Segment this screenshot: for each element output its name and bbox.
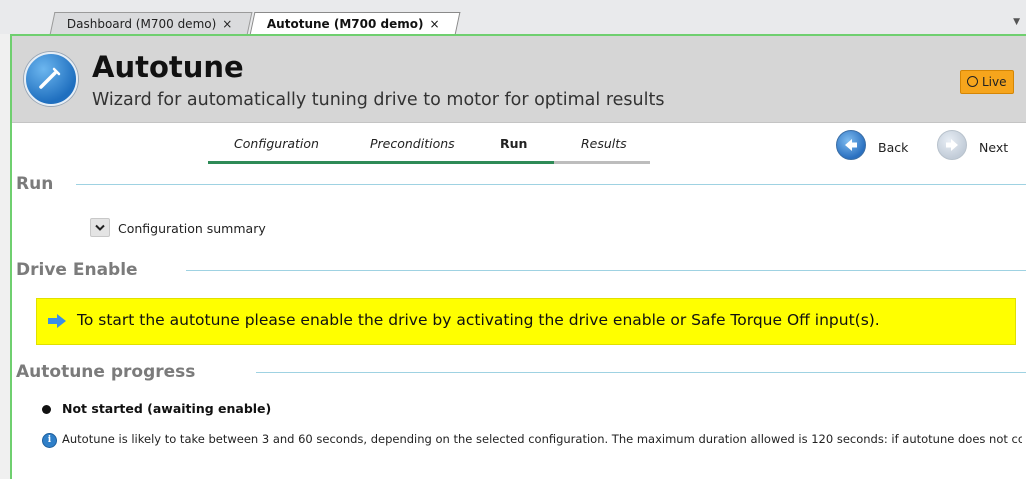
wizard-icon — [24, 52, 78, 106]
configuration-summary-toggle[interactable] — [90, 218, 110, 237]
tab-dashboard[interactable]: Dashboard (M700 demo) × — [49, 12, 253, 35]
configuration-summary-label[interactable]: Configuration summary — [118, 221, 266, 236]
section-drive-enable-title: Drive Enable — [16, 260, 138, 280]
next-arrow-icon — [946, 139, 958, 151]
tab-autotune-label: Autotune (M700 demo) — [266, 17, 424, 31]
autotune-info-text: Autotune is likely to take between 3 and… — [62, 432, 1022, 446]
wizard-header: Autotune Wizard for automatically tuning… — [12, 36, 1026, 123]
page-subtitle: Wizard for automatically tuning drive to… — [92, 90, 665, 110]
section-run-divider — [76, 184, 1026, 185]
live-badge[interactable]: Live — [960, 70, 1014, 94]
section-run-title: Run — [16, 174, 54, 194]
drive-enable-message: To start the autotune please enable the … — [77, 311, 880, 329]
step-progress-done — [208, 161, 554, 164]
section-drive-enable-divider — [186, 270, 1026, 271]
step-preconditions[interactable]: Preconditions — [370, 136, 455, 151]
back-button[interactable] — [836, 130, 866, 160]
step-configuration[interactable]: Configuration — [234, 136, 319, 151]
live-label: Live — [982, 75, 1007, 89]
tab-list-dropdown-icon[interactable]: ▼ — [1013, 17, 1020, 27]
arrow-right-icon — [48, 314, 66, 328]
chevron-down-icon — [95, 224, 105, 231]
wizard-panel: Autotune Wizard for automatically tuning… — [10, 34, 1026, 479]
section-progress-divider — [256, 372, 1026, 373]
page-title: Autotune — [92, 50, 244, 84]
next-label[interactable]: Next — [979, 140, 1008, 155]
info-icon: i — [42, 433, 57, 448]
step-run[interactable]: Run — [500, 136, 527, 151]
next-button[interactable] — [937, 130, 967, 160]
section-progress-title: Autotune progress — [16, 362, 196, 382]
step-progress-pending — [554, 161, 650, 164]
bullet-icon — [42, 405, 51, 414]
back-arrow-icon — [845, 139, 857, 151]
tab-autotune[interactable]: Autotune (M700 demo) × — [249, 12, 461, 35]
tab-autotune-close-icon[interactable]: × — [429, 17, 439, 31]
tab-dashboard-close-icon[interactable]: × — [222, 17, 232, 31]
live-dot-icon — [967, 76, 978, 87]
back-label[interactable]: Back — [878, 140, 908, 155]
step-results[interactable]: Results — [581, 136, 627, 151]
drive-enable-banner: To start the autotune please enable the … — [36, 298, 1016, 345]
autotune-status: Not started (awaiting enable) — [62, 401, 272, 416]
tab-dashboard-label: Dashboard (M700 demo) — [66, 17, 217, 31]
tab-strip: Dashboard (M700 demo) × Autotune (M700 de… — [0, 0, 1026, 35]
